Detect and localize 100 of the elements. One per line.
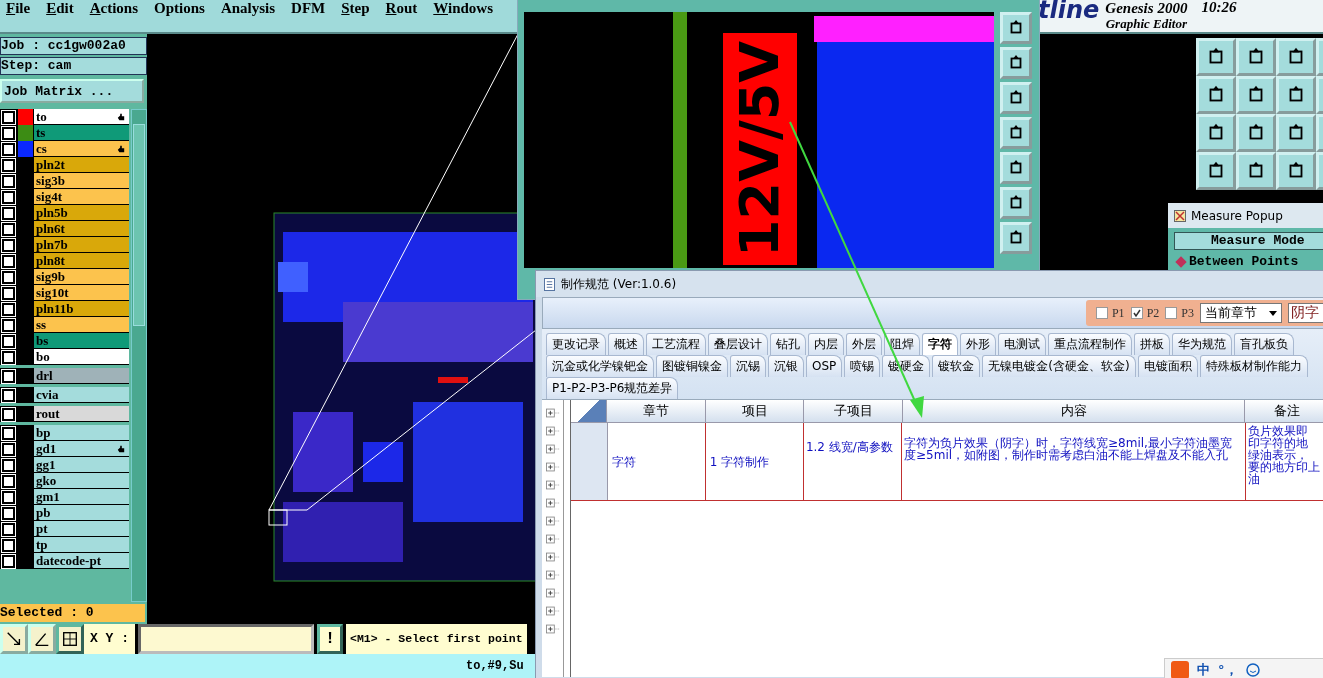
layer-name[interactable]: pt bbox=[34, 521, 129, 537]
layer-checkbox[interactable] bbox=[2, 491, 15, 504]
menu-item[interactable]: Analysis bbox=[212, 0, 284, 16]
tab[interactable]: 无镍电镀金(含硬金、软金) bbox=[982, 355, 1136, 377]
tab[interactable]: 外形 bbox=[960, 333, 996, 355]
layer-name[interactable]: gko bbox=[34, 473, 129, 489]
tab[interactable]: 工艺流程 bbox=[646, 333, 706, 355]
toolbar-button[interactable] bbox=[1236, 38, 1276, 76]
tab[interactable]: P1-P2-P3-P6规范差异 bbox=[546, 377, 679, 399]
expand-icon[interactable] bbox=[546, 534, 560, 544]
layer-checkbox[interactable] bbox=[2, 255, 15, 268]
tab[interactable]: 阻焊 bbox=[884, 333, 920, 355]
tab[interactable]: 内层 bbox=[808, 333, 844, 355]
coordinate-input[interactable] bbox=[138, 624, 314, 654]
expand-icon[interactable] bbox=[546, 552, 560, 562]
view-tool-button[interactable] bbox=[1000, 117, 1032, 149]
menu-item[interactable]: File bbox=[0, 0, 39, 16]
layer-name[interactable]: ss bbox=[34, 317, 129, 333]
tab[interactable]: 外层 bbox=[846, 333, 882, 355]
menu-item[interactable]: Rout bbox=[377, 0, 426, 16]
tab[interactable]: 特殊板材制作能力 bbox=[1199, 355, 1308, 377]
layer-name[interactable]: pln8t bbox=[34, 253, 129, 269]
toolbar-button[interactable] bbox=[1196, 152, 1236, 190]
scope-dropdown[interactable]: 当前章节 bbox=[1200, 303, 1282, 323]
expand-icon[interactable] bbox=[546, 588, 560, 598]
tab[interactable]: 沉银 bbox=[768, 355, 804, 377]
layer-name[interactable]: drl bbox=[34, 368, 129, 384]
layer-checkbox[interactable] bbox=[2, 239, 15, 252]
toolbar-button[interactable] bbox=[1196, 38, 1236, 76]
layer-checkbox[interactable] bbox=[2, 555, 15, 568]
layer-checkbox[interactable] bbox=[2, 127, 15, 140]
layer-checkbox[interactable] bbox=[2, 443, 15, 456]
view-tool-button[interactable] bbox=[1000, 12, 1032, 44]
grid-tool-button[interactable] bbox=[56, 624, 84, 654]
tab[interactable]: 钻孔 bbox=[770, 333, 806, 355]
column-header[interactable]: 子项目 bbox=[804, 400, 903, 422]
tab[interactable]: 字符 bbox=[922, 333, 958, 355]
job-matrix-button[interactable]: Job Matrix ... bbox=[0, 79, 144, 103]
layer-name[interactable]: datecode-pt bbox=[34, 553, 129, 569]
smiley-icon[interactable] bbox=[1245, 663, 1260, 677]
expand-icon[interactable] bbox=[546, 480, 560, 490]
layer-checkbox[interactable] bbox=[2, 389, 15, 402]
layer-checkbox[interactable] bbox=[2, 335, 15, 348]
tab[interactable]: 镀软金 bbox=[932, 355, 981, 377]
toolbar-button[interactable] bbox=[1236, 76, 1276, 114]
toolbar-button[interactable] bbox=[1236, 152, 1276, 190]
expand-icon[interactable] bbox=[546, 624, 560, 634]
layer-checkbox[interactable] bbox=[2, 319, 15, 332]
view-tool-button[interactable] bbox=[1000, 152, 1032, 184]
layer-name[interactable]: pln6t bbox=[34, 221, 129, 237]
punctuation-mode[interactable]: °， bbox=[1218, 661, 1238, 678]
layer-name[interactable]: ts bbox=[34, 125, 129, 141]
layer-name[interactable]: sig4t bbox=[34, 189, 129, 205]
expand-icon[interactable] bbox=[546, 444, 560, 454]
layer-name[interactable]: gg1 bbox=[34, 457, 129, 473]
layer-name[interactable]: sig10t bbox=[34, 285, 129, 301]
tab[interactable]: 图镀铜镍金 bbox=[656, 355, 728, 377]
tab[interactable]: 喷锡 bbox=[844, 355, 881, 377]
layer-name[interactable]: pb bbox=[34, 505, 129, 521]
expand-icon[interactable] bbox=[546, 570, 560, 580]
scrollbar[interactable] bbox=[131, 109, 147, 602]
layer-name[interactable]: gm1 bbox=[34, 489, 129, 505]
layer-name[interactable]: cvia bbox=[34, 387, 129, 403]
menu-item[interactable]: Edit bbox=[38, 0, 82, 16]
toolbar-button[interactable] bbox=[1276, 152, 1316, 190]
toolbar-button[interactable] bbox=[1276, 114, 1316, 152]
column-header[interactable]: 章节 bbox=[607, 400, 706, 422]
layer-name[interactable]: sig3b bbox=[34, 173, 129, 189]
view-tool-button[interactable] bbox=[1000, 82, 1032, 114]
menu-item[interactable]: Options bbox=[146, 0, 213, 16]
layer-checkbox[interactable] bbox=[2, 351, 15, 364]
tab[interactable]: 概述 bbox=[608, 333, 644, 355]
layer-name[interactable]: cs bbox=[34, 141, 129, 157]
layer-checkbox[interactable] bbox=[2, 370, 15, 383]
layer-checkbox[interactable] bbox=[2, 507, 15, 520]
layer-checkbox[interactable] bbox=[2, 271, 15, 284]
expand-icon[interactable] bbox=[546, 606, 560, 616]
layer-checkbox[interactable] bbox=[2, 523, 15, 536]
expand-icon[interactable] bbox=[546, 462, 560, 472]
layer-name[interactable]: bs bbox=[34, 333, 129, 349]
input-mode[interactable]: 中 bbox=[1197, 661, 1210, 678]
filter-checkbox[interactable]: P2 bbox=[1130, 305, 1160, 321]
select-all-corner[interactable] bbox=[571, 400, 608, 422]
layer-name[interactable]: pln5b bbox=[34, 205, 129, 221]
column-header[interactable]: 备注 bbox=[1245, 400, 1323, 422]
tab[interactable]: 沉锡 bbox=[730, 355, 766, 377]
layer-checkbox[interactable] bbox=[2, 408, 15, 421]
measure-tool-button[interactable] bbox=[0, 624, 28, 654]
layer-checkbox[interactable] bbox=[2, 143, 15, 156]
layer-name[interactable]: pln11b bbox=[34, 301, 129, 317]
layer-name[interactable]: sig9b bbox=[34, 269, 129, 285]
layer-checkbox[interactable] bbox=[2, 111, 15, 124]
layer-name[interactable]: gd1 bbox=[34, 441, 129, 457]
layer-name[interactable]: bo bbox=[34, 349, 129, 365]
layer-checkbox[interactable] bbox=[2, 287, 15, 300]
menu-item[interactable]: Step bbox=[333, 0, 378, 16]
layer-checkbox[interactable] bbox=[2, 207, 15, 220]
toolbar-button[interactable] bbox=[1236, 114, 1276, 152]
filter-checkbox[interactable]: P3 bbox=[1165, 305, 1194, 321]
alert-button[interactable]: ! bbox=[317, 624, 343, 654]
